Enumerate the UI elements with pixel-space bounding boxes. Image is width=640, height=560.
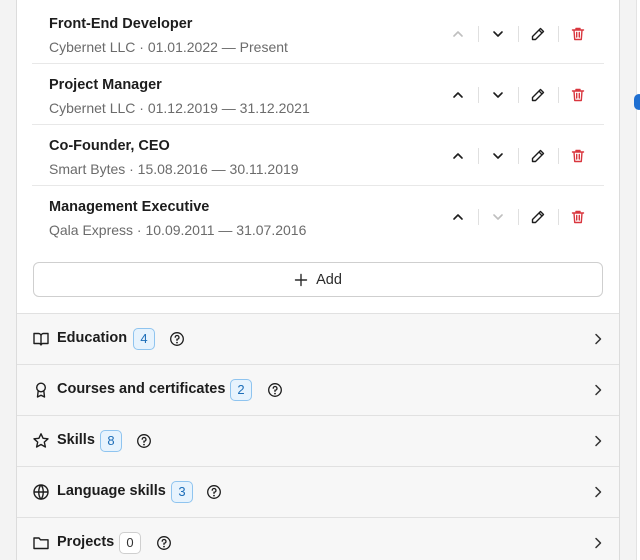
move-up-button[interactable]	[438, 22, 478, 46]
section-projects[interactable]: Projects 0	[17, 517, 619, 560]
help-icon[interactable]	[267, 382, 283, 398]
move-down-button[interactable]	[478, 22, 518, 46]
section-courses-and-certificates[interactable]: Courses and certificates 2	[17, 364, 619, 415]
trash-icon	[571, 88, 585, 102]
edit-button[interactable]	[518, 22, 558, 46]
section-label: Skills	[57, 432, 95, 448]
plus-icon	[294, 273, 308, 286]
count-badge: 4	[133, 328, 155, 350]
chevron-up-icon	[453, 31, 463, 37]
help-icon[interactable]	[156, 535, 172, 551]
experience-item: Co-Founder, CEO Smart Bytes · 15.08.2016…	[32, 125, 604, 186]
book-icon	[33, 332, 49, 346]
experience-item: Management Executive Qala Express · 10.0…	[32, 186, 604, 247]
move-up-button[interactable]	[438, 205, 478, 229]
trash-icon	[571, 149, 585, 163]
chevron-right-icon	[595, 435, 602, 447]
chevron-right-icon	[595, 537, 602, 549]
experience-title: Co-Founder, CEO	[49, 138, 170, 154]
help-icon[interactable]	[136, 433, 152, 449]
delete-button[interactable]	[558, 83, 598, 107]
chevron-up-icon	[453, 214, 463, 220]
count-badge: 2	[230, 379, 252, 401]
pencil-icon	[531, 27, 545, 41]
chevron-down-icon	[493, 214, 503, 220]
trash-icon	[571, 27, 585, 41]
move-up-button[interactable]	[438, 144, 478, 168]
experience-item: Front-End Developer Cybernet LLC · 01.01…	[32, 3, 604, 64]
move-down-button[interactable]	[478, 144, 518, 168]
section-language-skills[interactable]: Language skills 3	[17, 466, 619, 517]
count-badge: 3	[171, 481, 193, 503]
section-label: Projects	[57, 534, 115, 550]
chevron-up-icon	[453, 92, 463, 98]
folder-icon	[33, 537, 49, 550]
chevron-down-icon	[493, 92, 503, 98]
help-icon[interactable]	[169, 331, 185, 347]
pencil-icon	[531, 210, 545, 224]
add-button-label: Add	[316, 271, 342, 288]
star-icon	[33, 433, 49, 448]
move-down-button[interactable]	[478, 205, 518, 229]
section-skills[interactable]: Skills 8	[17, 415, 619, 466]
chevron-down-icon	[493, 153, 503, 159]
experience-title: Front-End Developer	[49, 16, 193, 32]
chevron-up-icon	[453, 153, 463, 159]
add-experience-button[interactable]: Add	[33, 262, 603, 297]
chevron-down-icon	[493, 31, 503, 37]
count-badge: 0	[119, 532, 141, 554]
experience-subtitle: Smart Bytes · 15.08.2016 — 30.11.2019	[49, 161, 299, 177]
experience-title: Management Executive	[49, 199, 210, 215]
count-badge: 8	[100, 430, 122, 452]
edit-button[interactable]	[518, 144, 558, 168]
delete-button[interactable]	[558, 144, 598, 168]
edit-button[interactable]	[518, 83, 558, 107]
move-down-button[interactable]	[478, 83, 518, 107]
award-icon	[35, 382, 47, 398]
adjacent-panel-edge	[636, 0, 640, 560]
trash-icon	[571, 210, 585, 224]
experience-subtitle: Cybernet LLC · 01.12.2019 — 31.12.2021	[49, 100, 310, 116]
delete-button[interactable]	[558, 205, 598, 229]
experience-title: Project Manager	[49, 77, 162, 93]
experience-subtitle: Cybernet LLC · 01.01.2022 — Present	[49, 39, 288, 55]
experience-subtitle: Qala Express · 10.09.2011 — 31.07.2016	[49, 222, 307, 238]
section-education[interactable]: Education 4	[17, 313, 619, 364]
pencil-icon	[531, 88, 545, 102]
experience-item: Project Manager Cybernet LLC · 01.12.201…	[32, 64, 604, 125]
section-label: Education	[57, 330, 128, 346]
section-label: Courses and certificates	[57, 381, 226, 397]
help-icon[interactable]	[206, 484, 222, 500]
chevron-right-icon	[595, 384, 602, 396]
move-up-button[interactable]	[438, 83, 478, 107]
globe-icon	[33, 484, 49, 500]
chevron-right-icon	[595, 333, 602, 345]
pencil-icon	[531, 149, 545, 163]
section-label: Language skills	[57, 483, 166, 499]
chevron-right-icon	[595, 486, 602, 498]
adjacent-panel-indicator	[634, 94, 640, 110]
edit-button[interactable]	[518, 205, 558, 229]
delete-button[interactable]	[558, 22, 598, 46]
